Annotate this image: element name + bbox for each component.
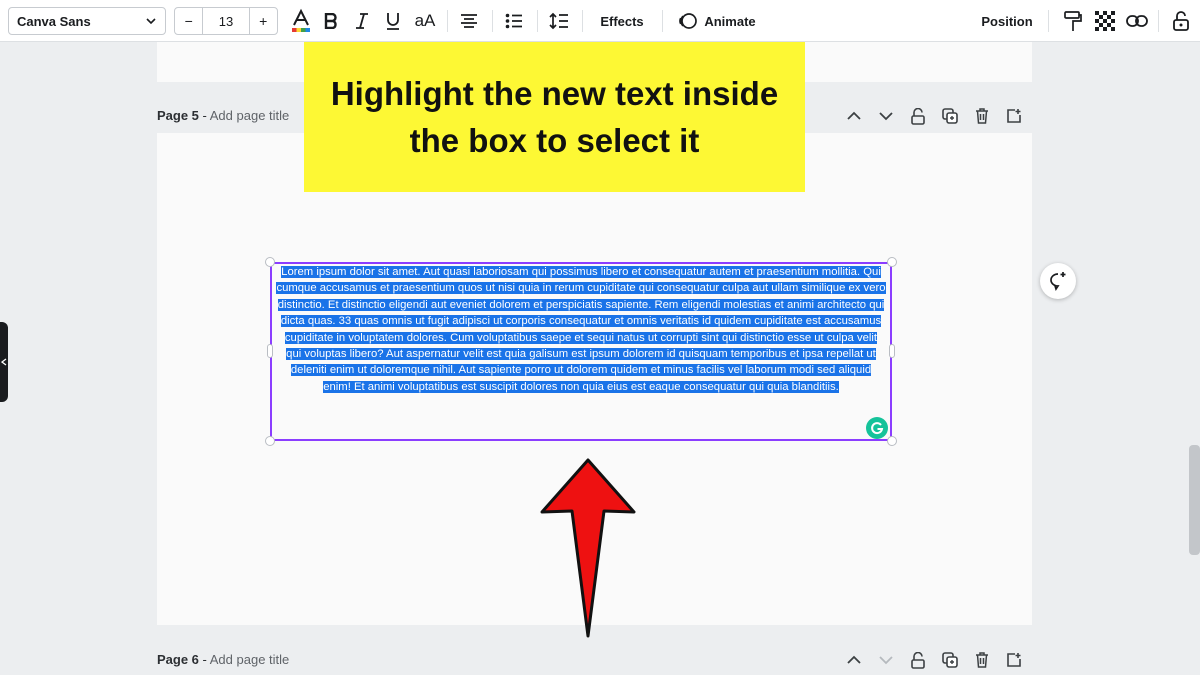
move-page-up-button[interactable] — [838, 106, 870, 126]
page-6-separator: - — [198, 652, 210, 667]
spacing-button[interactable] — [546, 0, 572, 42]
text-color-button[interactable] — [288, 0, 314, 42]
text-color-icon — [292, 8, 310, 32]
unlock-icon — [1173, 11, 1189, 31]
increase-font-size-button[interactable]: + — [250, 8, 277, 34]
italic-icon — [356, 13, 368, 29]
bullet-list-icon — [505, 13, 522, 29]
bold-icon — [324, 13, 337, 29]
decrease-font-size-button[interactable]: − — [175, 8, 202, 34]
page-6-title-input[interactable]: Add page title — [210, 652, 290, 667]
font-family-value: Canva Sans — [17, 13, 91, 29]
callout-line-2: the box to select it — [409, 122, 700, 159]
animate-button[interactable]: Animate — [672, 0, 762, 42]
link-icon — [1126, 15, 1148, 27]
side-panel-toggle[interactable] — [0, 322, 8, 402]
chevron-down-icon — [146, 18, 156, 25]
toolbar-divider — [1158, 10, 1159, 32]
page-5-controls — [838, 106, 1030, 126]
duplicate-page-button[interactable] — [934, 650, 966, 670]
duplicate-page-button[interactable] — [934, 106, 966, 126]
editor-toolbar: Canva Sans − 13 + aA Effects Animate Pos — [0, 0, 1200, 42]
page-5-title-input[interactable]: Add page title — [210, 108, 290, 123]
chevron-up-icon — [847, 111, 861, 120]
font-size-input[interactable]: 13 — [202, 8, 250, 34]
toolbar-divider — [1048, 10, 1049, 32]
animate-icon — [679, 13, 698, 29]
lock-page-button[interactable] — [902, 650, 934, 670]
text-box-content[interactable]: Lorem ipsum dolor sit amet. Aut quasi la… — [276, 264, 886, 395]
add-page-icon — [1007, 109, 1021, 123]
toolbar-divider — [447, 10, 448, 32]
align-center-icon — [461, 14, 477, 28]
font-family-select[interactable]: Canva Sans — [8, 7, 166, 35]
lock-button[interactable] — [1168, 0, 1194, 42]
chevron-down-icon — [879, 656, 893, 665]
chevron-left-icon — [1, 358, 7, 366]
move-page-down-button[interactable] — [870, 106, 902, 126]
move-page-down-button[interactable] — [870, 650, 902, 670]
chevron-up-icon — [847, 655, 861, 664]
delete-page-button[interactable] — [966, 650, 998, 670]
grammarly-icon — [871, 422, 884, 435]
page-5-separator: - — [198, 108, 210, 123]
resize-handle-bottom-left[interactable] — [265, 436, 275, 446]
lock-page-button[interactable] — [902, 106, 934, 126]
paint-roller-icon — [1064, 11, 1082, 31]
page-6-header: Page 6 - Add page title — [157, 652, 289, 667]
transparency-button[interactable] — [1092, 0, 1118, 42]
chevron-down-icon — [879, 112, 893, 121]
resize-handle-bottom-right[interactable] — [887, 436, 897, 446]
position-button[interactable]: Position — [974, 0, 1040, 42]
line-spacing-icon — [549, 12, 568, 30]
align-center-button[interactable] — [456, 0, 482, 42]
instruction-callout: Highlight the new text inside the box to… — [304, 42, 805, 192]
effects-button[interactable]: Effects — [592, 0, 652, 42]
duplicate-icon — [942, 652, 958, 668]
add-page-button[interactable] — [998, 650, 1030, 670]
list-button[interactable] — [501, 0, 527, 42]
page-6-controls — [838, 650, 1030, 670]
resize-handle-top-left[interactable] — [265, 257, 275, 267]
trash-icon — [976, 652, 988, 668]
resize-handle-top-right[interactable] — [887, 257, 897, 267]
grammarly-button[interactable] — [866, 417, 888, 439]
unlock-icon — [911, 651, 925, 669]
toolbar-divider — [537, 10, 538, 32]
underline-button[interactable] — [382, 0, 404, 42]
animate-label: Animate — [704, 13, 756, 29]
move-page-up-button[interactable] — [838, 650, 870, 670]
text-case-button[interactable]: aA — [410, 0, 440, 42]
trash-icon — [976, 108, 988, 124]
resize-handle-left[interactable] — [267, 344, 273, 358]
copy-style-button[interactable] — [1060, 0, 1086, 42]
italic-button[interactable] — [351, 0, 373, 42]
page-5-label: Page 5 — [157, 108, 199, 123]
toolbar-divider — [582, 10, 583, 32]
page-6-label: Page 6 — [157, 652, 199, 667]
toolbar-divider — [662, 10, 663, 32]
add-page-button[interactable] — [998, 106, 1030, 126]
font-size-stepper: − 13 + — [174, 7, 278, 35]
highlighted-text[interactable]: Lorem ipsum dolor sit amet. Aut quasi la… — [276, 266, 886, 393]
selected-text-box[interactable]: Lorem ipsum dolor sit amet. Aut quasi la… — [270, 262, 892, 441]
page-5-header: Page 5 - Add page title — [157, 108, 289, 123]
delete-page-button[interactable] — [966, 106, 998, 126]
duplicate-icon — [942, 108, 958, 124]
red-arrow-icon — [540, 458, 636, 638]
callout-line-1: Highlight the new text inside — [330, 75, 779, 112]
unlock-icon — [911, 107, 925, 125]
add-comment-button[interactable] — [1040, 263, 1076, 299]
resize-handle-right[interactable] — [889, 344, 895, 358]
toolbar-divider — [492, 10, 493, 32]
vertical-scrollbar-thumb[interactable] — [1189, 445, 1200, 555]
comment-add-icon — [1050, 272, 1066, 291]
checkerboard-icon — [1095, 11, 1115, 31]
underline-icon — [387, 13, 399, 30]
add-page-icon — [1007, 653, 1021, 667]
bold-button[interactable] — [320, 0, 342, 42]
link-button[interactable] — [1124, 0, 1150, 42]
